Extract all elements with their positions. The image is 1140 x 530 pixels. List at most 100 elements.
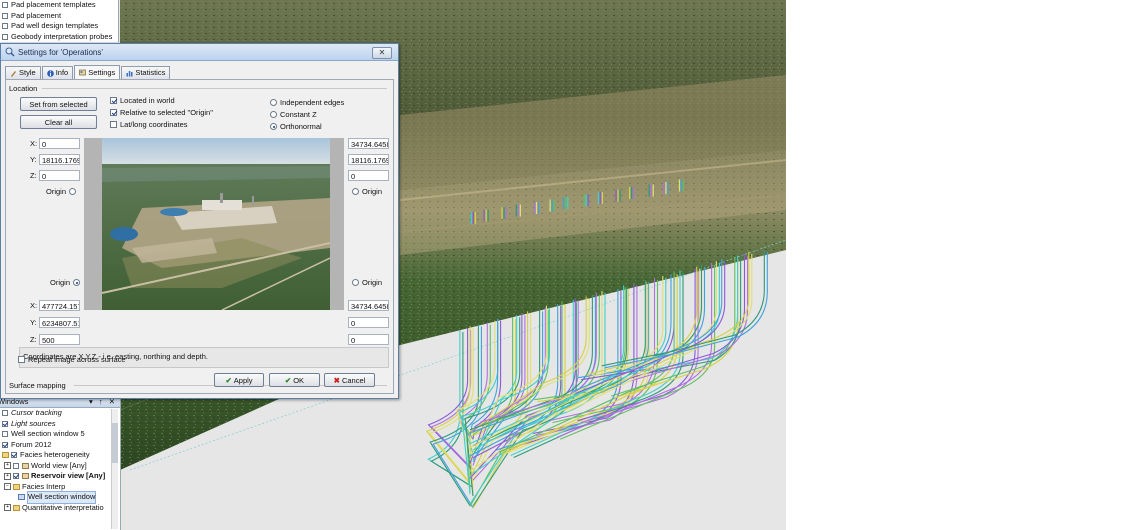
tab-info[interactable]: Info [41, 66, 74, 79]
top-right-z-field[interactable]: 0 [348, 170, 389, 181]
clear-all-button[interactable]: Clear all [20, 115, 97, 129]
surface-mapping-label: Surface mapping [9, 381, 66, 390]
y-label: Y: [30, 318, 37, 327]
tree-item-reservoir-view[interactable]: + Reservoir view [Any] [0, 471, 120, 482]
folder-icon [13, 483, 20, 490]
radio-dot[interactable] [352, 279, 359, 286]
tree-item-quantitative-interpretation[interactable]: + Quantitative interpretatio [0, 503, 120, 514]
checkbox-box[interactable] [110, 109, 117, 116]
tree-item-cursor-tracking[interactable]: Cursor tracking [0, 408, 120, 419]
tree-item-pad-placement[interactable]: Pad placement [0, 11, 118, 22]
repeat-image-checkbox[interactable]: Repeat image across surface [18, 355, 126, 364]
tab-settings[interactable]: Settings [74, 65, 121, 79]
expand-icon[interactable]: + [4, 472, 11, 480]
well-head-marker [483, 209, 485, 222]
image-preview [84, 138, 344, 310]
tree-item-pad-well-design-templates[interactable]: Pad well design templates [0, 21, 118, 32]
bottom-right-y-field[interactable]: 0 [348, 317, 389, 328]
dialog-titlebar[interactable]: Settings for 'Operations' ✕ [1, 44, 398, 61]
tree-item-facies-heterogeneity[interactable]: Facies heterogeneity [0, 450, 120, 461]
tree-item-well-section-window[interactable]: Well section window [0, 491, 120, 504]
well-head-marker [470, 212, 472, 224]
checkbox-box[interactable] [110, 97, 117, 104]
tree-item-world-view[interactable]: + World view [Any] [0, 461, 120, 472]
top-left-x-field[interactable]: 0 [39, 138, 80, 149]
top-left-y-field[interactable]: 18116.17691 [39, 154, 80, 165]
x-label: X: [30, 301, 38, 310]
well-head-marker [565, 197, 567, 209]
tree-checkbox[interactable] [2, 410, 8, 417]
tree-checkbox[interactable] [13, 462, 19, 469]
well-head-marker [631, 187, 633, 199]
well-head-marker [563, 197, 565, 209]
expand-icon[interactable]: + [4, 504, 11, 512]
radio-dot[interactable] [73, 279, 81, 286]
located-in-world-checkbox[interactable]: Located in world [110, 96, 175, 105]
well-head-marker [487, 209, 489, 222]
set-from-selected-button[interactable]: Set from selected [20, 97, 97, 111]
tab-statistics[interactable]: Statistics [121, 66, 171, 79]
tree-checkbox[interactable] [2, 23, 8, 30]
top-left-origin-radio[interactable]: Origin [46, 187, 77, 196]
top-right-y-field[interactable]: 18116.17691 [348, 154, 389, 165]
tree-checkbox[interactable] [2, 420, 8, 427]
tree-checkbox[interactable] [2, 2, 8, 9]
tree-item-pad-placement-templates[interactable]: Pad placement templates [0, 0, 118, 11]
bottom-right-z-field[interactable]: 0 [348, 334, 389, 345]
checkbox-box[interactable] [18, 356, 25, 363]
orthonormal-radio[interactable]: Orthonormal [270, 122, 322, 131]
bottom-left-origin-radio[interactable]: Origin [50, 278, 81, 287]
tree-item-forum-2012[interactable]: Forum 2012 [0, 440, 120, 451]
relative-to-origin-checkbox[interactable]: Relative to selected "Origin" [110, 108, 213, 117]
tree-checkbox[interactable] [13, 473, 19, 480]
tree-checkbox[interactable] [2, 12, 8, 19]
tree-item-light-sources[interactable]: Light sources [0, 419, 120, 430]
well-head-marker [619, 189, 621, 202]
tree-checkbox[interactable] [11, 452, 17, 459]
tree-checkbox[interactable] [2, 441, 8, 448]
bottom-left-x-field[interactable]: 477724.1578 [39, 300, 80, 311]
radio-dot[interactable] [270, 111, 277, 118]
lat-long-checkbox[interactable]: Lat/long coordinates [110, 120, 188, 129]
radio-dot[interactable] [270, 123, 277, 130]
bottom-left-z-field[interactable]: 500 [39, 334, 80, 345]
independent-edges-radio[interactable]: Independent edges [270, 98, 344, 107]
cancel-button[interactable]: ✖ Cancel [324, 373, 375, 387]
well-head-marker [517, 204, 519, 217]
radio-dot[interactable] [270, 99, 277, 106]
well-head-marker [665, 182, 667, 194]
top-right-x-field[interactable]: 34734.64582 [348, 138, 389, 149]
apply-button[interactable]: ✔ Apply [214, 373, 264, 387]
tab-style[interactable]: Style [5, 66, 41, 79]
bottom-right-x-field[interactable]: 34734.64582 [348, 300, 389, 311]
constant-z-radio[interactable]: Constant Z [270, 110, 317, 119]
expand-icon[interactable]: + [4, 462, 11, 470]
ok-button[interactable]: ✔ OK [269, 373, 320, 387]
tree-checkbox[interactable] [2, 431, 8, 438]
windows-panel: Windows ▾ ↑ ✕ Cursor tracking Light sour… [0, 396, 121, 530]
well-head-marker [551, 199, 553, 212]
aerial-photo [102, 138, 330, 310]
checkbox-box[interactable] [110, 121, 117, 128]
scrollbar-thumb[interactable] [112, 423, 118, 463]
collapse-icon[interactable]: − [4, 483, 11, 491]
well-head-marker [633, 187, 635, 199]
well-head-marker [587, 194, 589, 207]
well-head-marker [680, 179, 683, 192]
bottom-right-origin-radio[interactable]: Origin [352, 278, 382, 287]
well-head-marker [553, 199, 555, 212]
windows-panel-scrollbar[interactable] [111, 409, 118, 529]
tree-item-geobody-interpretation-probes[interactable]: Geobody interpretation probes [0, 32, 118, 43]
well-head-marker [503, 207, 505, 219]
radio-dot[interactable] [352, 188, 359, 195]
close-button[interactable]: ✕ [372, 47, 392, 59]
statistics-icon [126, 70, 133, 76]
radio-dot[interactable] [69, 188, 77, 195]
bottom-left-y-field[interactable]: 6234807.519 [39, 317, 80, 328]
y-label: Y: [30, 155, 37, 164]
tree-item-well-section-window-5[interactable]: Well section window 5 [0, 429, 120, 440]
tree-checkbox[interactable] [2, 33, 8, 40]
top-right-origin-radio[interactable]: Origin [352, 187, 382, 196]
well-head-marker [519, 204, 521, 217]
top-left-z-field[interactable]: 0 [39, 170, 80, 181]
